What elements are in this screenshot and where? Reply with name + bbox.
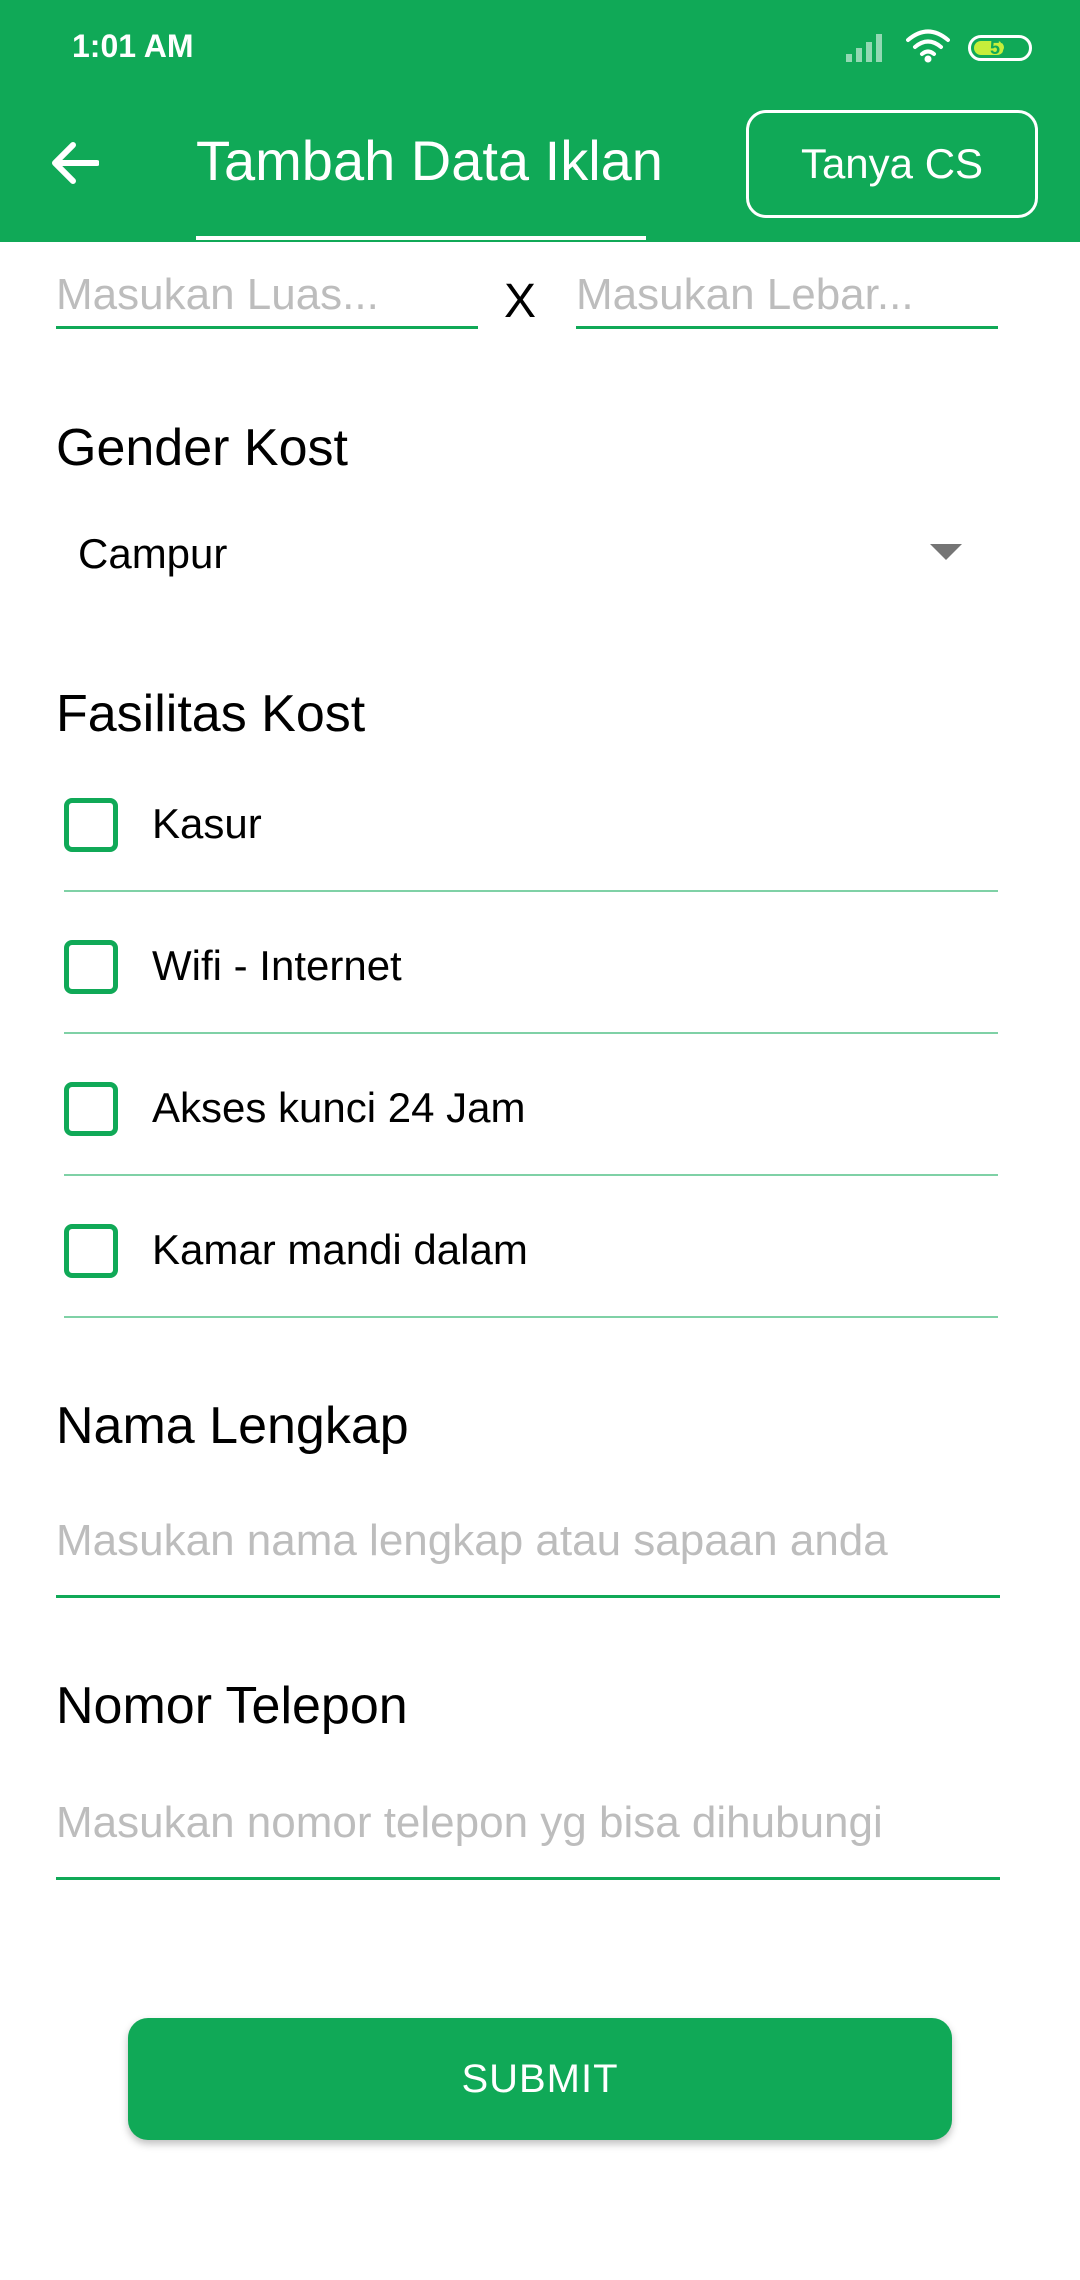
wifi-icon: [906, 29, 950, 68]
facility-item-akses-kunci[interactable]: Akses kunci 24 Jam: [64, 1034, 998, 1176]
full-name-input[interactable]: Masukan nama lengkap atau sapaan anda: [56, 1498, 1000, 1598]
full-name-heading: Nama Lengkap: [56, 1397, 409, 1455]
battery-icon: 57: [968, 35, 1032, 61]
status-icons: 57: [844, 29, 1032, 68]
back-button[interactable]: [40, 130, 110, 200]
page-title: Tambah Data Iklan: [196, 129, 663, 192]
facility-item-kamar-mandi[interactable]: Kamar mandi dalam: [64, 1176, 998, 1318]
checkbox[interactable]: [64, 798, 118, 852]
size-separator: X: [504, 275, 537, 328]
facility-label: Kamar mandi dalam: [152, 1226, 528, 1273]
checkbox[interactable]: [64, 1082, 118, 1136]
gender-dropdown[interactable]: Campur: [56, 506, 980, 602]
phone-heading: Nomor Telepon: [56, 1677, 408, 1735]
gender-heading: Gender Kost: [56, 419, 348, 477]
checkbox[interactable]: [64, 940, 118, 994]
dropdown-caret-icon: [930, 544, 962, 560]
arrow-left-icon: [51, 141, 100, 190]
title-underline: [196, 236, 646, 240]
signal-icon: [844, 30, 888, 67]
full-name-placeholder: Masukan nama lengkap atau sapaan anda: [56, 1516, 888, 1565]
luas-input[interactable]: Masukan Luas...: [56, 270, 478, 329]
phone-placeholder: Masukan nomor telepon yg bisa dihubungi: [56, 1798, 883, 1847]
submit-button[interactable]: SUBMIT: [128, 2018, 952, 2140]
facility-item-wifi[interactable]: Wifi - Internet: [64, 892, 998, 1034]
facilities-heading: Fasilitas Kost: [56, 685, 366, 743]
facility-item-kasur[interactable]: Kasur: [64, 750, 998, 892]
phone-input[interactable]: Masukan nomor telepon yg bisa dihubungi: [56, 1780, 1000, 1880]
status-time: 1:01 AM: [72, 28, 194, 64]
gender-selected: Campur: [78, 530, 228, 577]
ask-cs-button[interactable]: Tanya CS: [746, 110, 1038, 218]
facility-label: Kasur: [152, 800, 262, 847]
app-bar: 1:01 AM 57 Tambah Data Iklan Tanya CS: [0, 0, 1080, 242]
lebar-input[interactable]: Masukan Lebar...: [576, 270, 998, 329]
facility-label: Akses kunci 24 Jam: [152, 1084, 526, 1131]
checkbox[interactable]: [64, 1224, 118, 1278]
facility-label: Wifi - Internet: [152, 942, 402, 989]
battery-percent: 57: [989, 38, 1011, 58]
